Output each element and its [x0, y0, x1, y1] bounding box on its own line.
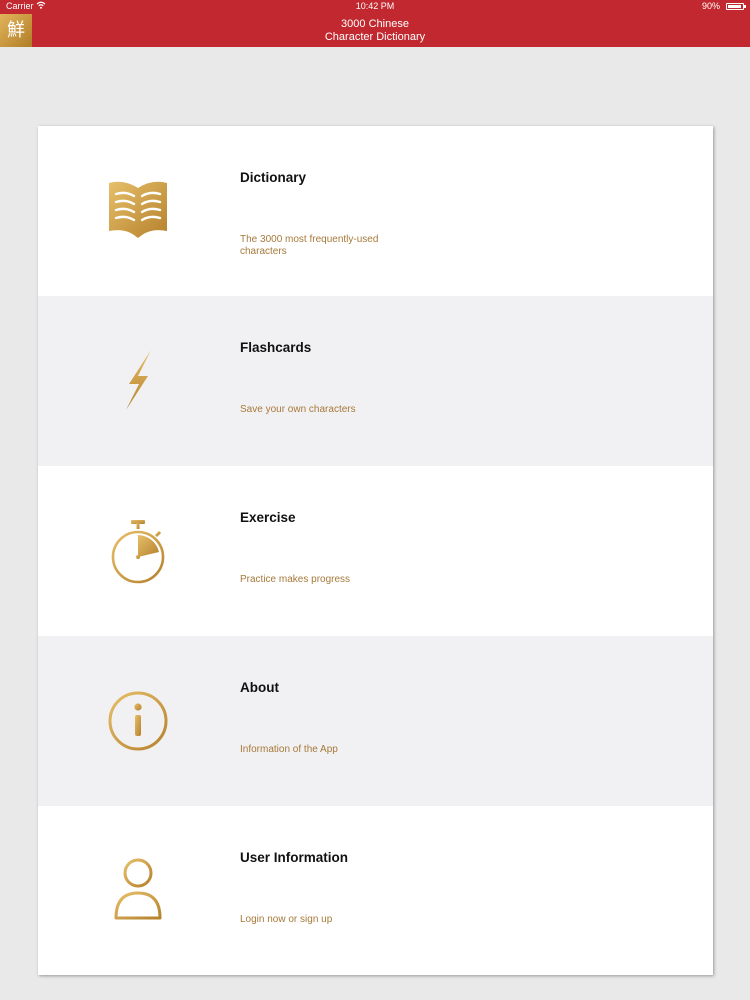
menu-item-title: About [240, 680, 279, 695]
battery-fill [728, 5, 741, 8]
title-line-1: 3000 Chinese [341, 18, 409, 30]
menu-item-subtitle: Login now or sign up [240, 914, 333, 925]
info-icon [98, 686, 178, 756]
menu-item-subtitle: Practice makes progress [240, 574, 351, 585]
status-bar: Carrier 10:42 PM 90% [0, 0, 750, 13]
menu-item-title: Dictionary [240, 170, 307, 185]
menu-item-subtitle: The 3000 most frequently-used characters [240, 234, 379, 257]
battery-icon [726, 3, 746, 10]
menu-item-dictionary[interactable]: Dictionary The 3000 most frequently-used… [38, 126, 713, 296]
menu-item-title: Exercise [240, 510, 296, 525]
clock: 10:42 PM [355, 1, 395, 11]
menu-item-exercise[interactable]: Exercise Practice makes progress [38, 466, 713, 636]
menu-item-user-information[interactable]: User Information Login now or sign up [38, 806, 713, 976]
main-menu: Dictionary The 3000 most frequently-used… [38, 126, 713, 975]
battery-percentage: 90% [701, 1, 720, 11]
stopwatch-icon [98, 516, 178, 586]
page-title: 3000 Chinese Character Dictionary [0, 18, 750, 44]
menu-item-title: Flashcards [240, 340, 312, 355]
menu-item-flashcards[interactable]: Flashcards Save your own characters [38, 296, 713, 466]
title-line-2: Character Dictionary [324, 31, 426, 43]
user-icon [98, 856, 178, 926]
menu-item-subtitle: Information of the App [240, 744, 338, 755]
menu-item-title: User Information [240, 850, 349, 865]
open-book-icon [98, 176, 178, 246]
menu-item-subtitle: Save your own characters [240, 404, 356, 415]
lightning-bolt-icon [98, 346, 178, 416]
menu-item-about[interactable]: About Information of the App [38, 636, 713, 806]
